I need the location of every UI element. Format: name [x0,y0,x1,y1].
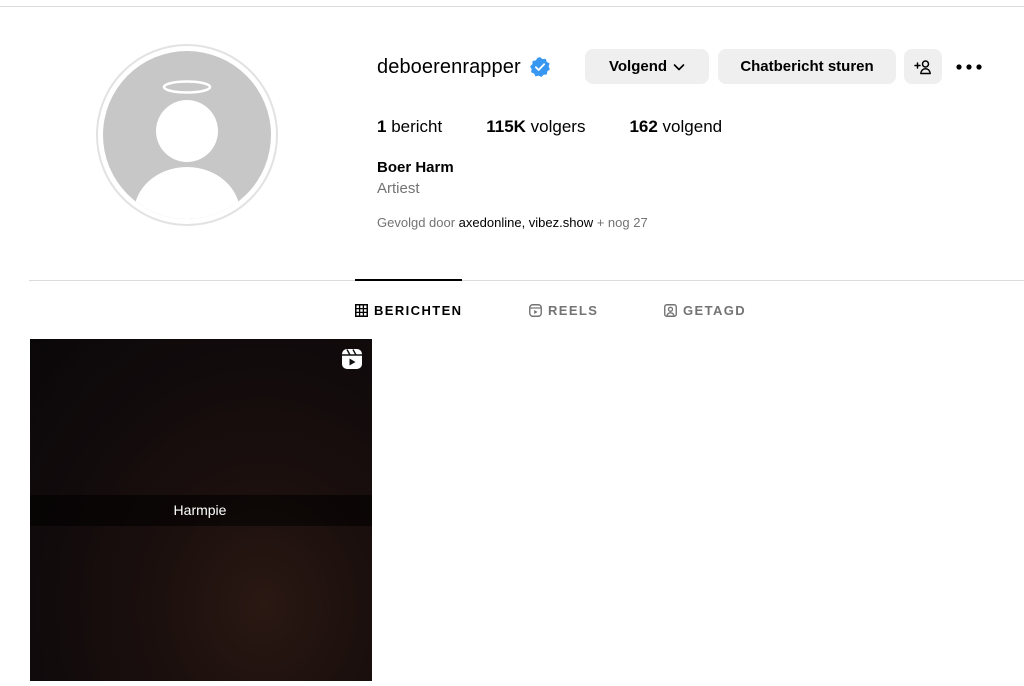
active-tab-indicator [355,279,462,281]
tab-posts-label: BERICHTEN [374,302,463,318]
profile-avatar[interactable] [96,44,278,226]
posts-count-label: bericht [386,117,443,136]
followed-by-account[interactable]: axedonline [459,215,522,230]
following-button[interactable]: Volgend [585,49,709,84]
tabs-divider [29,280,1024,281]
followed-by-suffix: + nog 27 [593,215,648,230]
suggested-accounts-button[interactable] [904,49,942,84]
profile-category: Artiest [377,180,420,197]
tab-reels-label: REELS [548,302,599,318]
top-divider [0,6,1024,7]
message-button-label: Chatbericht sturen [740,58,874,75]
default-avatar-icon [103,51,271,219]
followed-by-account[interactable]: vibez.show [529,215,593,230]
followed-by-prefix: Gevolgd door [377,215,459,230]
post-caption: Harmpie [30,495,372,526]
followers-count-value: 115K [486,117,526,136]
following-count-label: volgend [657,117,723,136]
reels-icon [529,303,542,317]
following-count-value: 162 [629,117,658,136]
tab-posts[interactable]: BERICHTEN [355,301,462,319]
more-horizontal-icon [956,64,982,70]
add-person-icon [914,59,931,74]
verified-badge-icon [529,56,551,78]
followers-count-label: volgers [525,117,586,136]
profile-full-name: Boer Harm [377,159,454,176]
profile-username: deboerenrapper [377,55,521,78]
following-button-label: Volgend [608,58,668,75]
grid-icon [355,303,368,317]
followers-link[interactable]: 115K volgers [486,117,585,137]
profile-page: deboerenrapper Volgend Chatbericht sture… [0,0,1024,686]
post-tile[interactable]: Harmpie [30,339,372,681]
tab-tagged[interactable]: GETAGD [664,301,746,319]
post-caption-text: Harmpie [173,502,227,518]
following-link[interactable]: 162 volgend [629,117,722,137]
reel-badge-icon [342,349,362,369]
chevron-down-icon [673,61,685,73]
tagged-icon [664,303,677,317]
username-row: deboerenrapper [377,48,551,86]
tab-tagged-label: GETAGD [683,302,747,318]
tab-reels[interactable]: REELS [529,301,598,319]
more-options-button[interactable] [954,55,984,79]
followed-by-text[interactable]: Gevolgd door axedonline, vibez.show + no… [377,215,648,230]
profile-stats: 1 bericht 115K volgers 162 volgend [377,117,766,137]
message-button[interactable]: Chatbericht sturen [718,49,896,84]
followed-by-separator: , [521,215,529,230]
posts-count: 1 bericht [377,117,442,137]
